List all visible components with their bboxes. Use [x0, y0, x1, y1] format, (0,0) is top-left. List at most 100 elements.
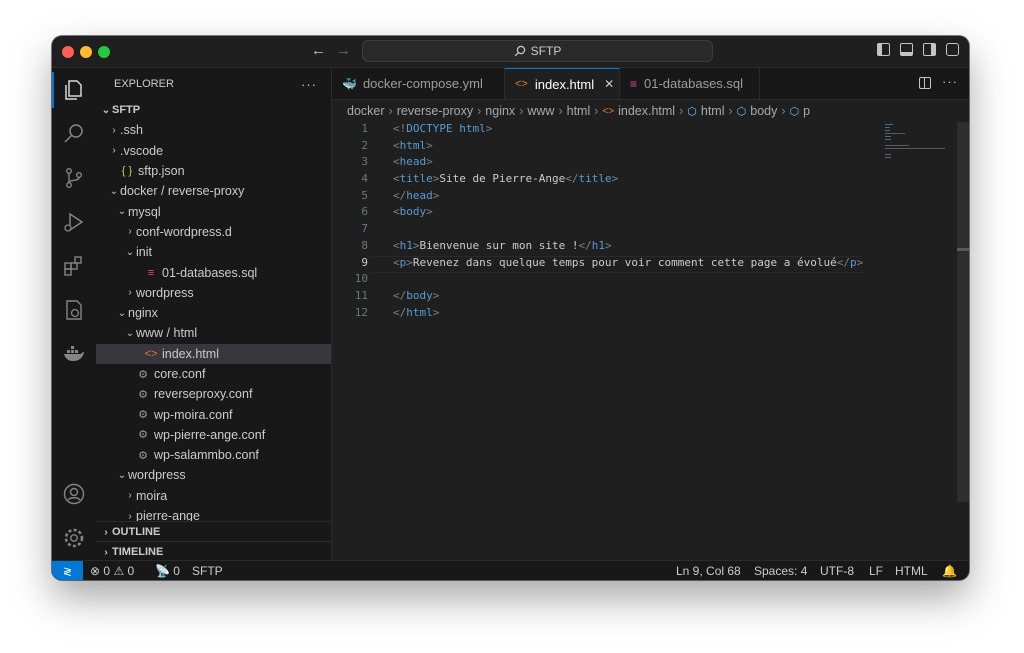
- tree-item-label: core.conf: [154, 367, 206, 381]
- code-line[interactable]: 7: [332, 222, 862, 239]
- breadcrumb-item[interactable]: www: [527, 104, 554, 118]
- code-editor[interactable]: 1 <!DOCTYPE html> 2 <html> 3 <head> 4 <title>Si…: [332, 122, 863, 323]
- code-line[interactable]: 10: [332, 272, 862, 289]
- code-line[interactable]: 11 </body>: [332, 289, 862, 306]
- tree-item[interactable]: ⌄ www / html: [96, 323, 331, 343]
- code-line[interactable]: 2 <html>: [332, 139, 862, 156]
- timeline-section[interactable]: › TIMELINE: [96, 541, 331, 562]
- toggle-primary-sidebar-icon[interactable]: [877, 43, 890, 56]
- line-number: 8: [361, 238, 368, 252]
- tree-item[interactable]: ⚙ wp-salammbo.conf: [96, 445, 331, 465]
- tree-item[interactable]: ⌄ nginx: [96, 303, 331, 323]
- command-center[interactable]: SFTP: [362, 40, 713, 62]
- arrow-right-icon[interactable]: →: [336, 42, 351, 60]
- vertical-scrollbar[interactable]: [957, 122, 969, 502]
- code-line[interactable]: 4 <title>Site de Pierre-Ange</title>: [332, 172, 862, 189]
- tree-item[interactable]: <> index.html: [96, 343, 331, 364]
- breadcrumb-item[interactable]: body: [750, 104, 777, 118]
- ports-indicator[interactable]: 📡 0: [155, 564, 180, 578]
- search-icon[interactable]: [62, 122, 86, 146]
- tab-docker-compose[interactable]: 🐳 docker-compose.yml: [332, 68, 505, 99]
- tab-index-html[interactable]: <> index.html ✕: [505, 68, 620, 99]
- chevron-right-icon: ›: [558, 104, 563, 118]
- split-editor-icon[interactable]: [919, 77, 931, 89]
- code-line[interactable]: 9 <p>Revenez dans quelque temps pour voir…: [332, 255, 863, 273]
- tree-item[interactable]: ⌄ mysql: [96, 201, 331, 221]
- chevron-down-icon: ⌄: [117, 206, 127, 218]
- close-window-button[interactable]: [62, 46, 74, 58]
- code-line[interactable]: 1 <!DOCTYPE html>: [332, 122, 862, 139]
- code-token: Revenez dans quelque temps pour voir com…: [412, 255, 837, 269]
- cursor-position[interactable]: Ln 9, Col 68: [676, 564, 741, 578]
- code-text: <h1>Bienvenue sur mon site !</h1>: [393, 239, 612, 252]
- toggle-panel-icon[interactable]: [900, 43, 913, 56]
- editor-area: 🐳 docker-compose.yml <> index.html ✕ ≡ 0…: [332, 68, 969, 560]
- code-line[interactable]: 6 <body>: [332, 205, 862, 222]
- close-icon[interactable]: ✕: [604, 77, 614, 91]
- code-token: html: [399, 138, 427, 152]
- bell-icon[interactable]: 🔔: [942, 564, 957, 578]
- problems-indicator[interactable]: ⊗ 0 ⚠ 0: [90, 564, 134, 578]
- tree-item[interactable]: ⚙ wp-pierre-ange.conf: [96, 425, 331, 445]
- outline-section[interactable]: › OUTLINE: [96, 521, 331, 542]
- tree-item[interactable]: ⚙ core.conf: [96, 364, 331, 384]
- symbol-icon: ⬡: [736, 105, 747, 118]
- tree-item[interactable]: ⚙ reverseproxy.conf: [96, 384, 331, 404]
- arrow-left-icon[interactable]: ←: [311, 42, 326, 60]
- scrollbar-thumb[interactable]: [957, 248, 969, 251]
- breadcrumb-item[interactable]: html: [567, 104, 591, 118]
- chevron-right-icon: ›: [104, 546, 108, 558]
- account-icon[interactable]: [62, 482, 86, 506]
- indentation[interactable]: Spaces: 4: [754, 564, 807, 578]
- tree-item[interactable]: ≡ 01-databases.sql: [96, 262, 331, 282]
- docker-icon[interactable]: [62, 342, 86, 366]
- more-actions-button[interactable]: ···: [942, 74, 958, 89]
- remote-explorer-icon[interactable]: [62, 298, 86, 322]
- code-line[interactable]: 8 <h1>Bienvenue sur mon site !</h1>: [332, 239, 862, 256]
- minimap[interactable]: [881, 122, 957, 542]
- run-debug-icon[interactable]: [62, 210, 86, 234]
- end-of-line[interactable]: LF: [869, 564, 883, 578]
- language-mode[interactable]: HTML: [895, 564, 928, 578]
- tree-item[interactable]: ⌄ docker / reverse-proxy: [96, 181, 331, 201]
- toggle-secondary-sidebar-icon[interactable]: [923, 43, 936, 56]
- breadcrumb-item[interactable]: docker: [347, 104, 385, 118]
- tree-item[interactable]: › moira: [96, 486, 331, 506]
- tree-item[interactable]: › pierre-ange: [96, 506, 331, 521]
- breadcrumb-item[interactable]: index.html: [618, 104, 675, 118]
- gear-icon[interactable]: [62, 526, 86, 550]
- tree-item[interactable]: ⌄ init: [96, 242, 331, 262]
- maximize-window-button[interactable]: [98, 46, 110, 58]
- encoding[interactable]: UTF-8: [820, 564, 854, 578]
- minimize-window-button[interactable]: [80, 46, 92, 58]
- code-line[interactable]: 5 </head>: [332, 189, 862, 206]
- workspace-root[interactable]: ⌄ SFTP: [96, 100, 331, 120]
- explorer-icon[interactable]: [62, 78, 86, 102]
- code-line[interactable]: 12 </html>: [332, 306, 862, 323]
- tree-item[interactable]: › conf-wordpress.d: [96, 222, 331, 242]
- activity-bar: [52, 68, 97, 560]
- breadcrumb-item[interactable]: nginx: [485, 104, 515, 118]
- breadcrumb-item[interactable]: html: [701, 104, 725, 118]
- extensions-icon[interactable]: [62, 254, 86, 278]
- breadcrumb-item[interactable]: p: [803, 104, 810, 118]
- customize-layout-icon[interactable]: [946, 43, 959, 56]
- tree-item[interactable]: ⌄ wordpress: [96, 465, 331, 485]
- code-line[interactable]: 3 <head>: [332, 155, 862, 172]
- remote-indicator[interactable]: ≷: [52, 561, 83, 580]
- tree-item[interactable]: { } sftp.json: [96, 161, 331, 181]
- tab-databases-sql[interactable]: ≡ 01-databases.sql: [620, 68, 760, 99]
- sftp-status[interactable]: SFTP: [192, 564, 223, 578]
- code-token: </: [836, 255, 850, 269]
- breadcrumb-item[interactable]: reverse-proxy: [397, 104, 473, 118]
- line-number: 10: [354, 272, 368, 286]
- more-actions-button[interactable]: ···: [301, 77, 317, 92]
- tree-item[interactable]: › .vscode: [96, 141, 331, 161]
- tree-item[interactable]: › .ssh: [96, 120, 331, 140]
- tree-item-label: mysql: [128, 204, 161, 219]
- vscode-window: ← → SFTP EXPLORER ··· ⌄ SFTP › .ssh › .v…: [52, 36, 969, 580]
- code-token: html: [459, 122, 486, 135]
- tree-item[interactable]: ⚙ wp-moira.conf: [96, 404, 331, 424]
- source-control-icon[interactable]: [62, 166, 86, 190]
- tree-item[interactable]: › wordpress: [96, 283, 331, 303]
